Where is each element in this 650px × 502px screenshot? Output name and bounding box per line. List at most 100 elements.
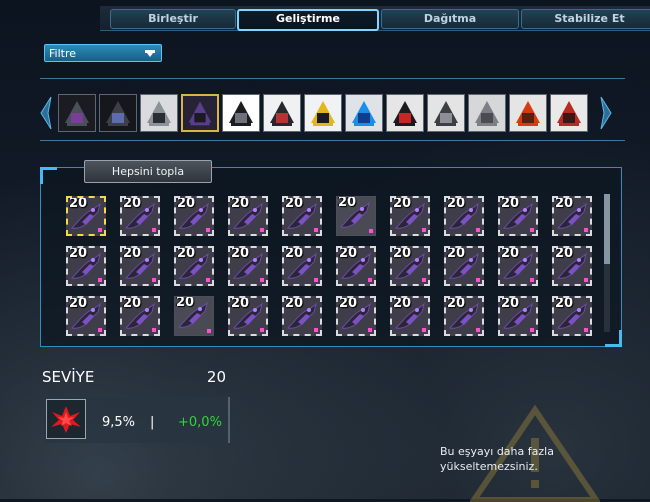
slot-level: 20 [447, 196, 466, 211]
slot-level: 20 [338, 196, 357, 210]
slot-level: 20 [69, 246, 88, 261]
carousel-item-white-mech[interactable] [263, 94, 301, 132]
divider-middle [40, 140, 625, 141]
inventory-slot[interactable]: 20 [66, 196, 106, 236]
rarity-pip [476, 278, 480, 282]
rarity-pip [584, 228, 588, 232]
carousel-left-arrow-icon[interactable] [40, 96, 52, 130]
carousel-item-blue-robot[interactable] [345, 94, 383, 132]
rarity-pip [206, 228, 210, 232]
slot-level: 20 [447, 296, 466, 311]
carousel-item-silver-rifle[interactable] [140, 94, 178, 132]
tab-stabilize[interactable]: Stabilize Et [521, 9, 650, 29]
inventory-slot[interactable]: 20 [282, 296, 322, 336]
rarity-pip [584, 328, 588, 332]
inventory-slot[interactable]: 20 [336, 296, 376, 336]
slot-level: 20 [555, 296, 574, 311]
purple-creature-weapon-icon [183, 96, 217, 130]
inventory-slot[interactable]: 20 [390, 296, 430, 336]
slot-level: 20 [231, 246, 250, 261]
slot-level: 20 [555, 196, 574, 211]
inventory-slot[interactable]: 20 [282, 196, 322, 236]
rarity-pip [530, 328, 534, 332]
carousel-right-arrow-icon[interactable] [600, 96, 612, 130]
rarity-pip [98, 328, 102, 332]
rarity-pip [369, 229, 373, 233]
notice-line-2: yükseltemezsiniz. [440, 460, 538, 473]
rarity-pip [530, 228, 534, 232]
inventory-slot[interactable]: 20 [498, 296, 538, 336]
slot-level: 20 [339, 296, 358, 311]
inventory-slot[interactable]: 20 [444, 246, 484, 286]
carousel-item-grey-mech[interactable] [427, 94, 465, 132]
red-lava-mech-icon [510, 95, 546, 131]
inventory-slot[interactable]: 20 [66, 246, 106, 286]
collect-all-button[interactable]: Hepsini topla [84, 160, 212, 183]
rarity-pip [260, 278, 264, 282]
slot-level: 20 [555, 246, 574, 261]
rarity-pip [314, 228, 318, 232]
slot-level: 20 [501, 246, 520, 261]
inventory-slot[interactable]: 20 [390, 246, 430, 286]
inventory-slot[interactable]: 20 [228, 296, 268, 336]
inventory-slot[interactable]: 20 [552, 296, 592, 336]
slot-level: 20 [339, 246, 358, 261]
carousel-item-red-lava-mech[interactable] [509, 94, 547, 132]
rarity-pip [368, 328, 372, 332]
red-tower-mech-icon [551, 95, 587, 131]
inventory-slot[interactable]: 20 [174, 196, 214, 236]
carousel-item-grey-vehicle[interactable] [468, 94, 506, 132]
rarity-pip [260, 228, 264, 232]
inventory-slot[interactable]: 20 [444, 296, 484, 336]
slot-level: 20 [69, 196, 88, 211]
inventory-slot[interactable]: 20 [228, 196, 268, 236]
rarity-pip [152, 328, 156, 332]
carousel-item-red-tower-mech[interactable] [550, 94, 588, 132]
rarity-pip [206, 278, 210, 282]
carousel-item-purple-creature-weapon[interactable] [181, 94, 219, 132]
slot-level: 20 [285, 246, 304, 261]
tab-distribute[interactable]: Dağıtma [381, 9, 519, 29]
inventory-slot[interactable]: 20 [174, 246, 214, 286]
carousel-item-red-black-mech[interactable] [386, 94, 424, 132]
carousel-item-panda-mech[interactable] [222, 94, 260, 132]
rarity-pip [152, 228, 156, 232]
stat-gain: +0,0% [178, 415, 222, 430]
inventory-slot[interactable]: 20 [390, 196, 430, 236]
inventory-slot[interactable]: 20 [552, 246, 592, 286]
carousel-item-yellow-mech[interactable] [304, 94, 342, 132]
scrollbar-thumb[interactable] [604, 194, 610, 264]
inventory-slot[interactable]: 20 [66, 296, 106, 336]
inventory-slot[interactable]: 20 [120, 296, 160, 336]
level-value: 20 [206, 368, 226, 386]
carousel-item-dark-rifle[interactable] [99, 94, 137, 132]
inventory-slot[interactable]: 20 [444, 196, 484, 236]
tab-bar: Birleştir Geliştirme Dağıtma Stabilize E… [100, 6, 650, 31]
rarity-pip [584, 278, 588, 282]
inventory-slot[interactable]: 20 [498, 196, 538, 236]
slot-level: 20 [501, 196, 520, 211]
red-black-mech-icon [387, 95, 423, 131]
filter-dropdown[interactable]: Filtre [44, 44, 162, 62]
inventory-slot[interactable]: 20 [282, 246, 322, 286]
inventory-slot[interactable]: 20 [498, 246, 538, 286]
stat-percent: 9,5% [102, 415, 136, 430]
inventory-slot[interactable]: 20 [120, 246, 160, 286]
inventory-slot[interactable]: 20 [228, 246, 268, 286]
inventory-slot[interactable]: 20 [336, 196, 376, 236]
slot-level: 20 [176, 296, 195, 310]
slot-level: 20 [123, 196, 142, 211]
rarity-pip [422, 228, 426, 232]
tab-merge[interactable]: Birleştir [110, 9, 236, 29]
rarity-pip [207, 329, 211, 333]
slot-level: 20 [231, 296, 250, 311]
tab-upgrade[interactable]: Geliştirme [237, 9, 379, 31]
rarity-pip [260, 328, 264, 332]
inventory-slot[interactable]: 20 [336, 246, 376, 286]
inventory-slot[interactable]: 20 [552, 196, 592, 236]
carousel-item-dark-shotgun[interactable] [58, 94, 96, 132]
rarity-pip [98, 278, 102, 282]
inventory-scrollbar[interactable] [604, 194, 610, 332]
inventory-slot[interactable]: 20 [174, 296, 214, 336]
inventory-slot[interactable]: 20 [120, 196, 160, 236]
